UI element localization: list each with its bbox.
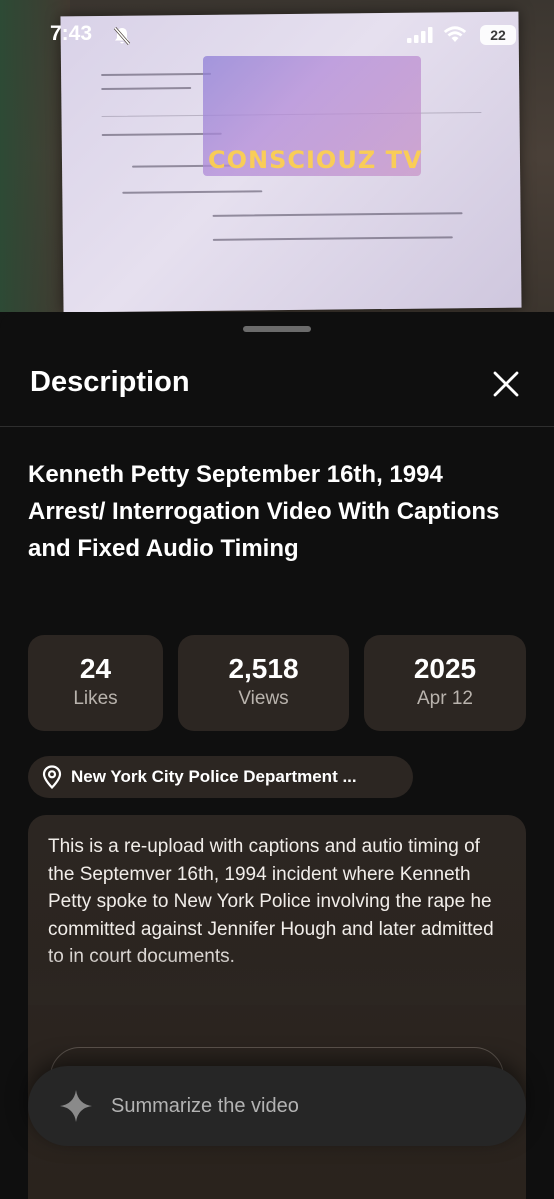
video-watermark-text: CONSCIOUZ TV xyxy=(208,146,423,174)
likes-stat: 24 Likes xyxy=(28,635,163,731)
drag-handle[interactable] xyxy=(243,326,311,332)
description-fade xyxy=(28,945,526,1005)
bell-slash-icon xyxy=(112,26,132,51)
likes-label: Likes xyxy=(73,688,118,709)
location-label: New York City Police Department ... xyxy=(71,767,357,786)
battery-icon: 22 xyxy=(480,25,516,45)
status-time: 7:43 xyxy=(50,22,93,45)
views-stat: 2,518 Views xyxy=(178,635,349,731)
views-count: 2,518 xyxy=(228,653,299,684)
stats-row: 24 Likes 2,518 Views 2025 Apr 12 xyxy=(28,635,526,731)
upload-year: 2025 xyxy=(413,653,477,684)
upload-date: Apr 12 xyxy=(417,688,473,709)
summarize-label: Summarize the video xyxy=(111,1095,299,1117)
video-title: Kenneth Petty September 16th, 1994 Arres… xyxy=(28,461,500,562)
wifi-icon xyxy=(443,25,467,48)
location-pin-icon xyxy=(42,765,62,794)
location-chip[interactable]: New York City Police Department ... xyxy=(28,756,413,798)
status-bar: 7:43 22 xyxy=(0,0,554,72)
close-button[interactable] xyxy=(486,366,526,406)
sheet-title: Description xyxy=(30,366,190,398)
sparkle-icon xyxy=(58,1088,94,1129)
video-player[interactable]: CONSCIOUZ TV 7:43 22 xyxy=(0,0,554,312)
header-divider xyxy=(0,426,554,427)
signal-icon xyxy=(407,27,433,48)
views-label: Views xyxy=(238,688,289,709)
date-stat: 2025 Apr 12 xyxy=(364,635,526,731)
likes-count: 24 xyxy=(79,653,112,684)
summarize-video-button[interactable]: Summarize the video xyxy=(28,1066,526,1146)
close-icon xyxy=(493,371,519,402)
description-sheet: Description Kenneth Petty September 16th… xyxy=(0,312,554,1199)
